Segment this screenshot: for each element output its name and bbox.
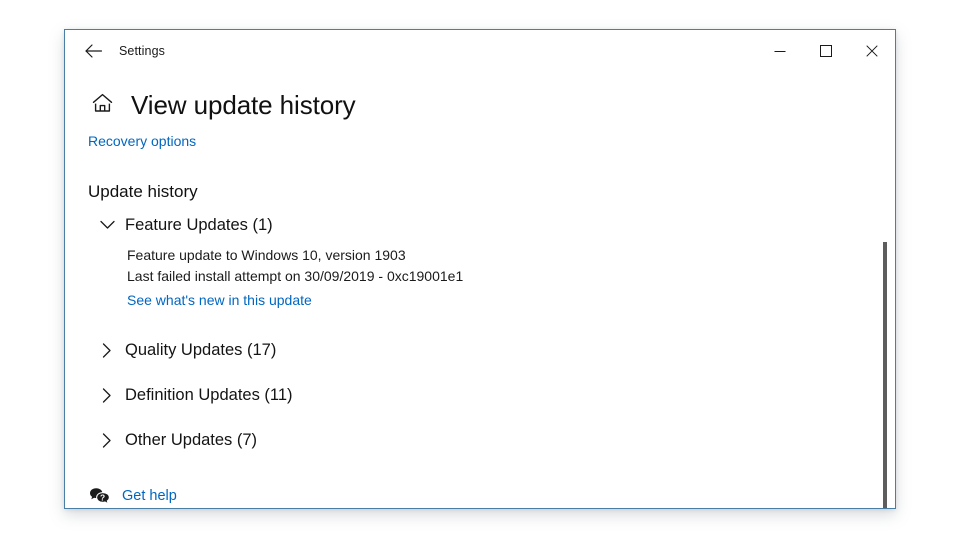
- close-button[interactable]: [849, 30, 895, 72]
- group-label: Quality Updates (17): [125, 340, 277, 359]
- maximize-button[interactable]: [803, 30, 849, 72]
- group-feature-updates[interactable]: Feature Updates (1): [96, 212, 279, 238]
- get-help-link[interactable]: Get help: [122, 488, 177, 504]
- update-history-heading: Update history: [88, 182, 198, 201]
- group-definition-updates[interactable]: Definition Updates (11): [96, 382, 299, 408]
- settings-window: Settings View update history Recovery op…: [64, 29, 896, 509]
- group-label: Definition Updates (11): [125, 385, 293, 404]
- update-name: Feature update to Windows 10, version 19…: [127, 247, 406, 263]
- recovery-options-link[interactable]: Recovery options: [88, 133, 196, 149]
- minimize-icon: [774, 45, 786, 57]
- group-label: Feature Updates (1): [125, 215, 273, 234]
- caption-button-group: [757, 30, 895, 72]
- update-status: Last failed install attempt on 30/09/201…: [127, 268, 464, 284]
- chevron-right-icon: [96, 384, 118, 406]
- close-icon: [866, 45, 878, 57]
- content-area: View update history Recovery options Upd…: [65, 90, 895, 508]
- back-arrow-icon: [84, 44, 102, 58]
- group-label: Other Updates (7): [125, 430, 258, 449]
- scrollbar-thumb[interactable]: [883, 242, 887, 508]
- group-other-updates[interactable]: Other Updates (7): [96, 427, 263, 453]
- chevron-right-icon: [96, 429, 118, 451]
- svg-text:?: ?: [100, 492, 105, 502]
- whats-new-link[interactable]: See what's new in this update: [127, 292, 312, 308]
- help-bubble-icon: ?: [87, 484, 113, 508]
- minimize-button[interactable]: [757, 30, 803, 72]
- home-button[interactable]: [87, 91, 117, 121]
- feature-updates-details: Feature update to Windows 10, version 19…: [127, 245, 895, 310]
- chevron-right-icon: [96, 339, 118, 361]
- app-title: Settings: [119, 44, 165, 58]
- home-icon: [92, 93, 113, 118]
- vertical-scrollbar[interactable]: [880, 240, 890, 508]
- group-quality-updates[interactable]: Quality Updates (17): [96, 337, 282, 363]
- update-link-row: See what's new in this update: [127, 292, 895, 310]
- maximize-icon: [820, 45, 832, 57]
- get-help-row[interactable]: ? Get help: [87, 484, 177, 508]
- chevron-down-icon: [96, 214, 118, 236]
- page-title: View update history: [131, 90, 356, 120]
- title-bar: Settings: [65, 30, 895, 72]
- back-button[interactable]: [73, 36, 113, 66]
- page-header: View update history: [87, 90, 895, 121]
